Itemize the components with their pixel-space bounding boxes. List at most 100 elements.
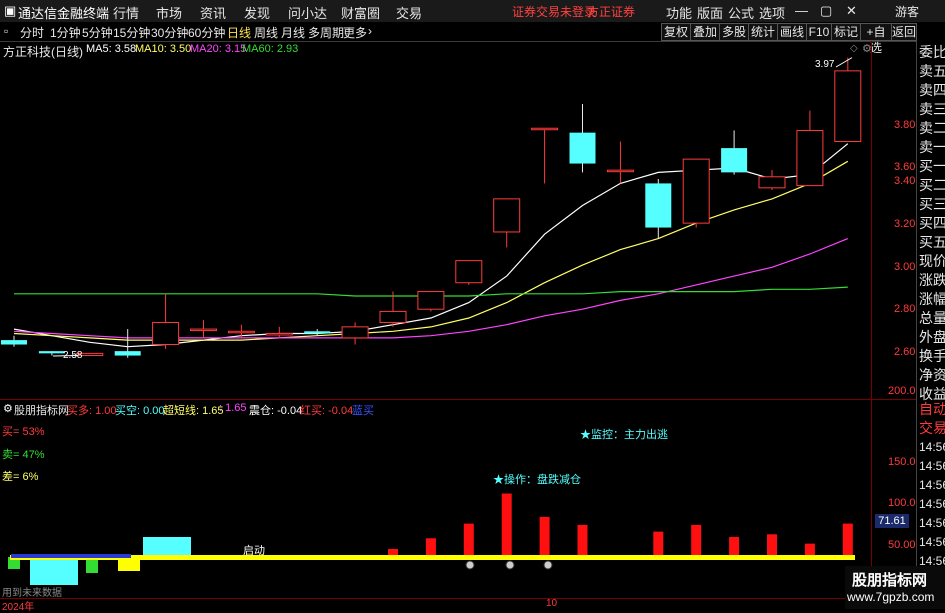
side-label: 换手 — [919, 347, 945, 365]
indicator-name[interactable]: 股朋指标网 — [14, 402, 69, 418]
stat-sell: 卖= 47% — [2, 446, 45, 462]
menu-market-quotes[interactable]: 行情 — [113, 3, 139, 22]
base-line-yellow — [10, 555, 855, 560]
candle-body — [39, 351, 65, 353]
side-label[interactable]: 自动 — [919, 400, 945, 418]
period-more[interactable]: 更多 — [343, 24, 367, 41]
tool-overlay[interactable]: 叠加 — [690, 23, 720, 41]
kline-chart[interactable] — [0, 41, 871, 399]
tool-multi-stock[interactable]: 多股 — [719, 23, 749, 41]
tool-f10[interactable]: F10 — [806, 23, 832, 41]
period-daily[interactable]: 日线 — [227, 24, 251, 41]
stat-diff: 差= 6% — [2, 468, 38, 484]
side-label: 买二 — [919, 176, 945, 194]
login-notice[interactable]: 证券交易未登录 — [512, 3, 596, 20]
indicator-bar — [464, 524, 474, 557]
ind-value-buy-long: 买多: 1.00 — [67, 402, 117, 418]
minimize-icon[interactable]: — — [795, 3, 808, 18]
indicator-settings-icon[interactable]: ⚙ — [3, 402, 13, 415]
broker-name[interactable]: 方正证券 — [587, 3, 635, 20]
operation-signal: ★操作：盘跌减仓 — [493, 471, 581, 487]
indicator-bar — [540, 517, 550, 557]
menu-options[interactable]: 选项 — [759, 3, 785, 22]
period-weekly[interactable]: 周线 — [254, 24, 278, 41]
candle-body — [721, 148, 747, 172]
candle-body — [494, 199, 520, 232]
period-60min[interactable]: 60分钟 — [188, 24, 225, 41]
period-intraday[interactable]: 分时 — [20, 24, 44, 41]
side-label: 卖四 — [919, 81, 945, 99]
price-tick: 3.00 — [894, 261, 915, 273]
period-multi[interactable]: 多周期 — [308, 24, 344, 41]
side-label: 买五 — [919, 233, 945, 251]
tool-adjust[interactable]: 复权 — [661, 23, 691, 41]
candle — [266, 327, 292, 338]
candle — [721, 130, 747, 174]
side-label: 现价 — [919, 252, 945, 270]
candle-body — [607, 170, 633, 172]
side-label: 委比 — [919, 43, 945, 61]
menu-trade[interactable]: 交易 — [396, 3, 422, 22]
price-axis: 3.80 3.60 3.40 3.20 3.00 2.80 2.60 — [871, 41, 917, 399]
marker-dot — [506, 561, 514, 569]
ma20-label: MA20: 3.15 — [190, 43, 246, 55]
time-axis: 2024年 10 — [0, 598, 871, 610]
period-toolbar: ▫ 分时 1分钟 5分钟 15分钟 30分钟 60分钟 日线 周线 月线 多周期… — [0, 22, 945, 42]
candle-body — [380, 311, 406, 322]
menu-layout[interactable]: 版面 — [697, 3, 723, 22]
indicator-bar — [426, 538, 436, 557]
period-15min[interactable]: 15分钟 — [113, 24, 150, 41]
menu-formula[interactable]: 公式 — [728, 3, 754, 22]
chevron-down-icon[interactable]: ⌄ — [73, 42, 81, 53]
candle — [380, 292, 406, 327]
price-tick: 3.80 — [894, 119, 915, 131]
candle-body — [683, 159, 709, 223]
period-monthly[interactable]: 月线 — [281, 24, 305, 41]
diamond-icon[interactable]: ◇ — [850, 43, 858, 54]
app-logo-icon: ▣ — [4, 3, 16, 19]
candle — [456, 261, 482, 285]
chevron-right-icon[interactable]: › — [368, 24, 372, 38]
candle — [797, 111, 823, 186]
candle-body — [153, 322, 179, 344]
tool-draw[interactable]: 画线 — [777, 23, 807, 41]
close-icon[interactable]: ✕ — [846, 3, 857, 19]
tool-stats[interactable]: 统计 — [748, 23, 778, 41]
period-1min[interactable]: 1分钟 — [50, 24, 81, 41]
side-label: 14:56 — [919, 533, 945, 551]
side-label: 买三 — [919, 195, 945, 213]
menu-discover[interactable]: 发现 — [244, 3, 270, 22]
menu-news[interactable]: 资讯 — [200, 3, 226, 22]
period-30min[interactable]: 30分钟 — [151, 24, 188, 41]
menu-ask[interactable]: 问小达 — [288, 3, 327, 22]
candle-body — [266, 333, 292, 335]
indicator-bar — [843, 524, 853, 557]
add-watchlist-button[interactable]: +自选 — [860, 23, 892, 41]
watermark: 股朋指标网 www.7gpzb.com — [845, 566, 945, 609]
side-label[interactable]: 交易 — [919, 419, 945, 437]
kline-panel[interactable]: 方正科技(日线) ⌄ MA5: 3.58 MA10: 3.50 MA20: 3.… — [0, 41, 871, 399]
guest-label[interactable]: 游客 — [895, 3, 919, 20]
back-button[interactable]: 返回 — [891, 23, 917, 41]
stock-title[interactable]: 方正科技(日线) — [3, 43, 83, 60]
indicator-chart[interactable] — [0, 400, 871, 598]
tool-mark[interactable]: 标记 — [831, 23, 861, 41]
menu-function[interactable]: 功能 — [666, 3, 692, 22]
signal-block-cyan — [143, 537, 191, 557]
ind-tick: 100.0 — [888, 497, 916, 509]
ind-value-short-term: 超短线: 1.65 — [163, 402, 224, 418]
side-label: 总量 — [919, 309, 945, 327]
side-label: 14:56 — [919, 495, 945, 513]
indicator-panel[interactable]: ⚙ 股朋指标网 买多: 1.00 买空: 0.00 超短线: 1.65 : 1.… — [0, 400, 871, 598]
candle — [607, 141, 633, 183]
period-5min[interactable]: 5分钟 — [82, 24, 113, 41]
menu-market[interactable]: 市场 — [156, 3, 182, 22]
ma-line-ma10 — [14, 161, 848, 340]
candle — [153, 294, 179, 349]
candle-body — [418, 292, 444, 310]
maximize-icon[interactable]: ▢ — [820, 3, 832, 19]
indicator-bar — [578, 525, 588, 557]
indicator-bar — [805, 544, 815, 557]
menu-wealth[interactable]: 财富圈 — [341, 3, 380, 22]
marker-dot — [544, 561, 552, 569]
